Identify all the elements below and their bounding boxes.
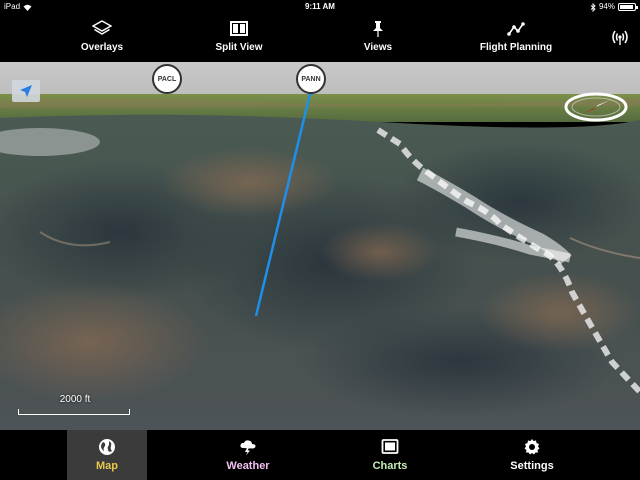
tab-weather[interactable]: Weather [208,430,288,480]
bottom-tab-bar: Map Weather Charts Settings [0,430,640,480]
scale-bar [18,409,130,415]
globe-icon [99,439,115,455]
split-view-label: Split View [215,42,263,53]
airport-marker-pann[interactable]: PANN [296,64,326,94]
tab-weather-label: Weather [226,460,270,472]
top-toolbar: Overlays Split View Views Flight Plannin… [0,14,640,62]
tab-map[interactable]: Map [67,430,147,480]
tab-map-label: Map [96,460,118,472]
compass-icon[interactable] [564,92,628,122]
status-bar: iPad 9:11 AM 94% [0,0,640,14]
location-arrow-icon [20,85,32,97]
flight-planning-button[interactable]: Flight Planning [476,20,556,53]
storm-cloud-icon [240,440,256,456]
tab-settings-label: Settings [510,460,554,472]
pushpin-icon [373,21,383,37]
battery-fill [620,5,634,9]
gear-icon [524,439,540,455]
tab-settings[interactable]: Settings [492,430,572,480]
map-scale: 2000 ft [18,394,132,418]
terrain-view [0,62,640,430]
battery-icon [618,3,638,11]
split-view-button[interactable]: Split View [212,20,266,53]
scale-label: 2000 ft [59,394,91,405]
battery-percent: 94% [598,2,615,11]
status-time: 9:11 AM [305,2,335,11]
chart-document-icon [381,439,399,454]
connectivity-button[interactable] [606,28,634,50]
bluetooth-icon [590,2,596,12]
tab-charts-label: Charts [372,460,408,472]
airport-marker-pacl[interactable]: PACL [152,64,182,94]
views-button[interactable]: Views [356,20,400,53]
tab-charts[interactable]: Charts [350,430,430,480]
airport-code: PACL [157,75,177,83]
overlays-label: Overlays [80,42,124,53]
synthetic-vision-map[interactable]: PACL PANN 2000 ft [0,62,640,430]
route-icon [507,22,525,36]
overlays-button[interactable]: Overlays [75,20,129,53]
views-label: Views [363,42,393,53]
split-view-icon [230,21,248,36]
status-right: 94% [590,0,638,14]
flight-planning-label: Flight Planning [479,42,553,53]
locate-me-button[interactable] [12,80,40,102]
airport-code: PANN [301,75,321,83]
antenna-icon [612,30,628,45]
layers-icon [92,20,112,35]
